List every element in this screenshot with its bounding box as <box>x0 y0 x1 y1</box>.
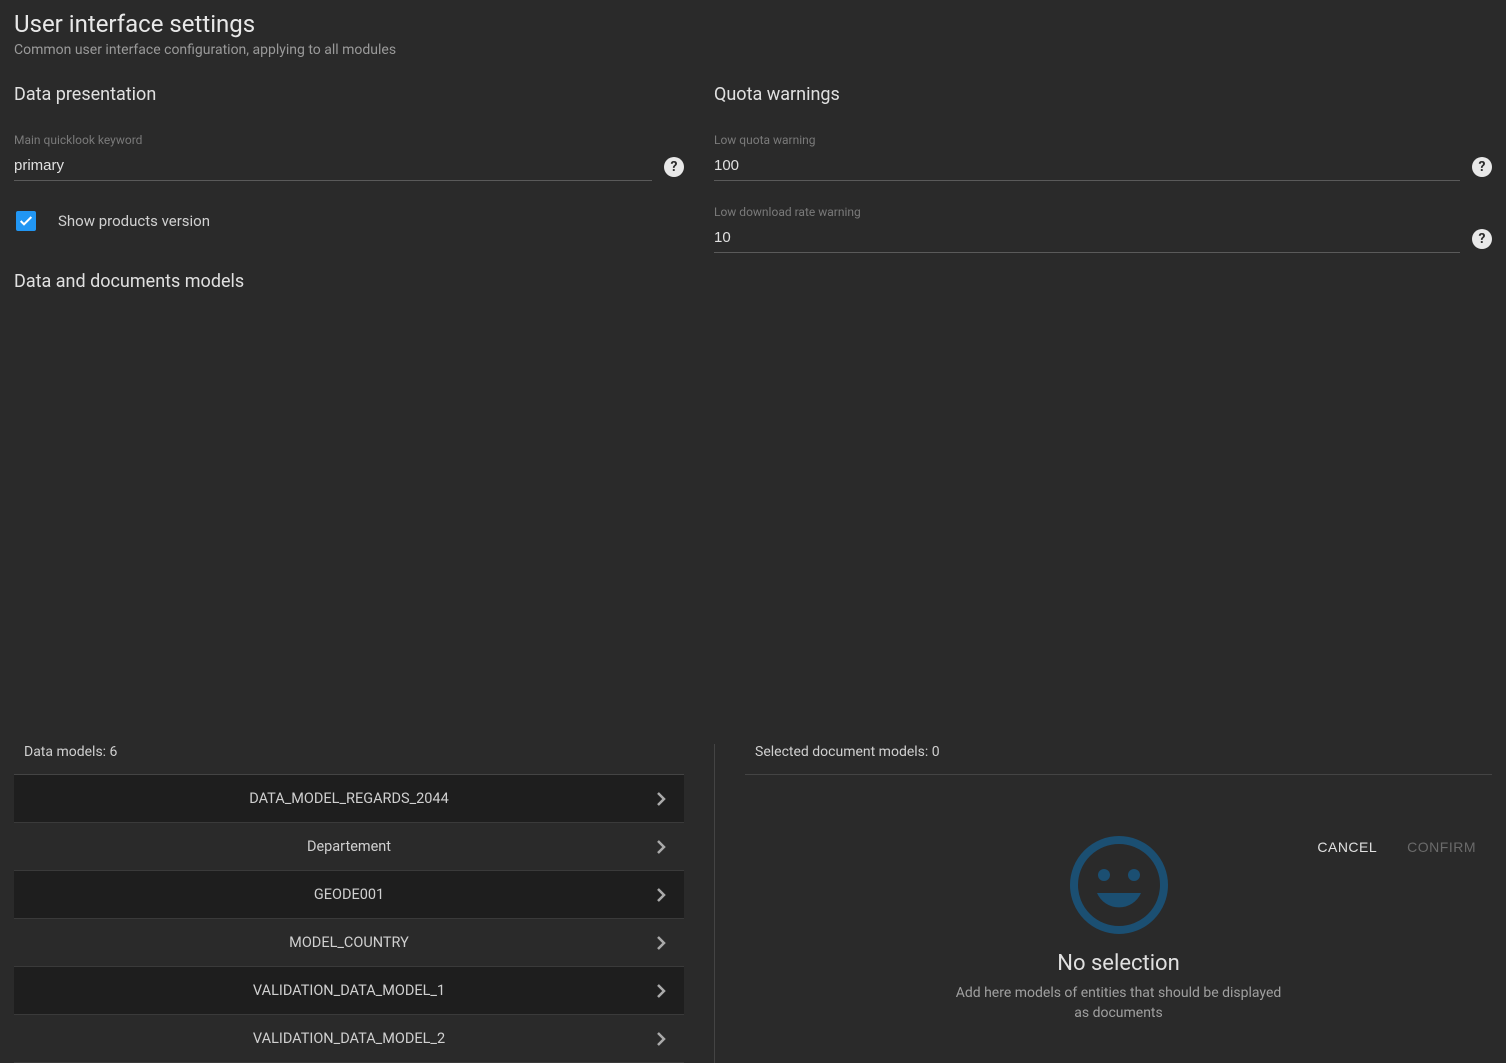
data-model-row[interactable]: GEODE001 <box>14 871 684 919</box>
help-icon[interactable]: ? <box>1472 229 1492 249</box>
low-quota-label: Low quota warning <box>714 133 1492 147</box>
model-name: VALIDATION_DATA_MODEL_2 <box>253 1030 445 1047</box>
empty-title: No selection <box>745 951 1492 976</box>
model-name: DATA_MODEL_REGARDS_2044 <box>249 790 448 807</box>
data-models-count: Data models: 6 <box>14 744 684 775</box>
quicklook-label: Main quicklook keyword <box>14 133 684 147</box>
page-subtitle: Common user interface configuration, app… <box>14 42 1492 58</box>
chevron-right-icon <box>656 1031 666 1047</box>
data-model-row[interactable]: MODEL_COUNTRY <box>14 919 684 967</box>
confirm-button[interactable]: CONFIRM <box>1407 839 1476 855</box>
document-models-panel: Selected document models: 0 No selection… <box>714 744 1492 1063</box>
smiley-icon <box>1069 835 1169 935</box>
low-rate-input[interactable] <box>714 225 1460 253</box>
cancel-button[interactable]: CANCEL <box>1317 839 1377 855</box>
footer-actions: CANCEL CONFIRM <box>1317 839 1476 855</box>
show-version-checkbox[interactable] <box>16 211 36 231</box>
empty-subtitle: Add here models of entities that should … <box>949 984 1289 1023</box>
data-presentation-title: Data presentation <box>14 84 684 105</box>
model-name: Departement <box>307 838 391 855</box>
left-column: Data presentation Main quicklook keyword… <box>14 84 714 744</box>
right-column: Quota warnings Low quota warning ? Low d… <box>714 84 1492 744</box>
data-model-row[interactable]: VALIDATION_DATA_MODEL_1 <box>14 967 684 1015</box>
model-name: GEODE001 <box>314 886 384 903</box>
help-icon[interactable]: ? <box>1472 157 1492 177</box>
data-models-panel: Data models: 6 DATA_MODEL_REGARDS_2044 D… <box>14 744 714 1063</box>
chevron-right-icon <box>656 983 666 999</box>
data-model-row[interactable]: DATA_MODEL_REGARDS_2044 <box>14 775 684 823</box>
models-section-title: Data and documents models <box>14 271 684 292</box>
model-name: VALIDATION_DATA_MODEL_1 <box>253 982 445 999</box>
chevron-right-icon <box>656 791 666 807</box>
chevron-right-icon <box>656 887 666 903</box>
empty-state: No selection Add here models of entities… <box>745 835 1492 1023</box>
low-rate-field: Low download rate warning ? <box>714 205 1492 253</box>
chevron-right-icon <box>656 839 666 855</box>
data-model-row[interactable]: VALIDATION_DATA_MODEL_2 <box>14 1015 684 1063</box>
low-quota-field: Low quota warning ? <box>714 133 1492 181</box>
help-icon[interactable]: ? <box>664 157 684 177</box>
data-model-row[interactable]: Departement <box>14 823 684 871</box>
show-version-label: Show products version <box>58 212 210 230</box>
page-header: User interface settings Common user inte… <box>0 0 1506 64</box>
low-quota-input[interactable] <box>714 153 1460 181</box>
selected-documents-count: Selected document models: 0 <box>745 744 1492 775</box>
model-name: MODEL_COUNTRY <box>289 934 409 951</box>
quicklook-input[interactable] <box>14 153 652 181</box>
chevron-right-icon <box>656 935 666 951</box>
low-rate-label: Low download rate warning <box>714 205 1492 219</box>
quota-warnings-title: Quota warnings <box>714 84 1492 105</box>
quicklook-field: Main quicklook keyword ? <box>14 133 684 181</box>
page-title: User interface settings <box>14 10 1492 38</box>
